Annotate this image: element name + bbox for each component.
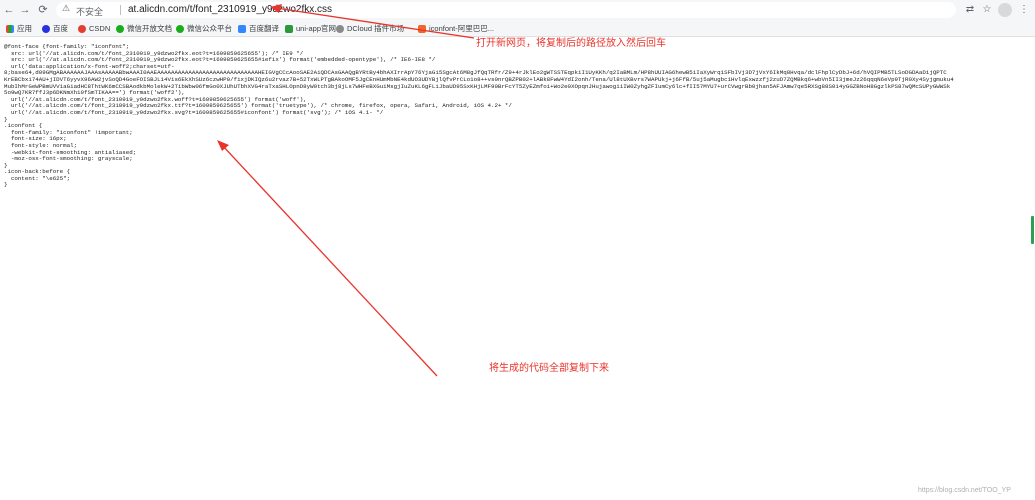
watermark: https://blog.csdn.net/TOO_YP <box>918 487 1011 494</box>
arrow-head-middle <box>217 140 229 151</box>
arrow-to-url-bar <box>275 7 475 39</box>
annotation-arrows <box>217 4 475 377</box>
arrow-head-top <box>270 4 282 13</box>
scrollbar-marker[interactable] <box>1031 216 1034 244</box>
arrow-to-code <box>221 144 438 377</box>
annotation-middle: 将生成的代码全部复制下来 <box>489 363 609 374</box>
annotation-top: 打开新网页，将复制后的路径放入然后回车 <box>476 38 666 49</box>
